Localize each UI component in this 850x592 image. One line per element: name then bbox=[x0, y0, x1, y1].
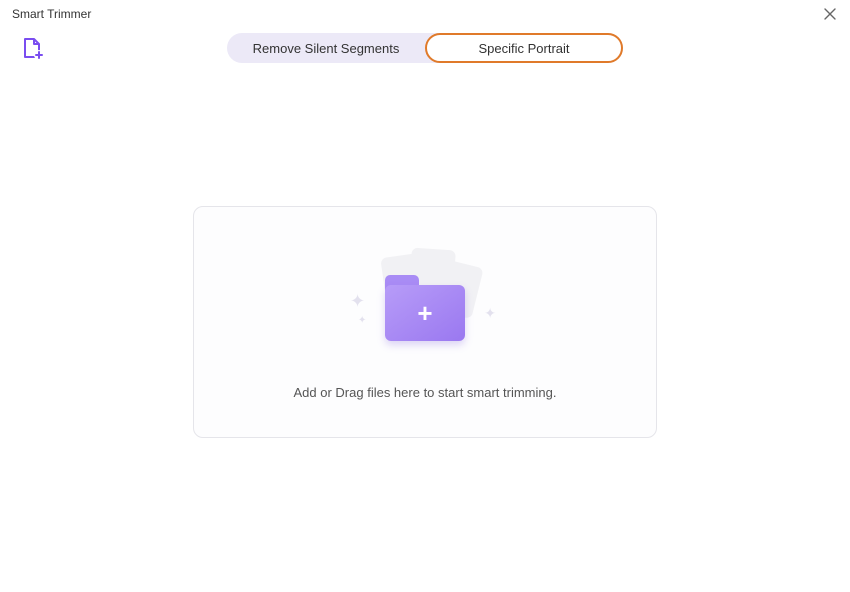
sparkle-icon: ✦ bbox=[350, 291, 365, 312]
dropzone-illustration: ✦ ✦ ✦ + bbox=[340, 245, 510, 355]
tab-specific-portrait[interactable]: Specific Portrait bbox=[425, 33, 623, 63]
add-file-icon bbox=[20, 36, 44, 60]
window-title: Smart Trimmer bbox=[12, 7, 91, 21]
file-dropzone[interactable]: ✦ ✦ ✦ + Add or Drag files here to start … bbox=[193, 206, 657, 438]
mode-tabs: Remove Silent Segments Specific Portrait bbox=[227, 33, 623, 63]
content-area: ✦ ✦ ✦ + Add or Drag files here to start … bbox=[0, 72, 850, 592]
add-file-button[interactable] bbox=[20, 36, 44, 60]
sparkle-icon: ✦ bbox=[358, 315, 366, 326]
folder-plus-icon: + bbox=[385, 283, 465, 341]
tab-remove-silent-segments[interactable]: Remove Silent Segments bbox=[227, 33, 425, 63]
close-icon[interactable] bbox=[822, 6, 838, 22]
toolbar: Remove Silent Segments Specific Portrait bbox=[0, 24, 850, 72]
dropzone-prompt: Add or Drag files here to start smart tr… bbox=[294, 385, 557, 400]
plus-icon: + bbox=[417, 300, 432, 326]
tab-label: Remove Silent Segments bbox=[253, 41, 400, 56]
sparkle-icon: ✦ bbox=[484, 305, 496, 322]
title-bar: Smart Trimmer bbox=[0, 0, 850, 24]
tab-label: Specific Portrait bbox=[478, 41, 569, 56]
